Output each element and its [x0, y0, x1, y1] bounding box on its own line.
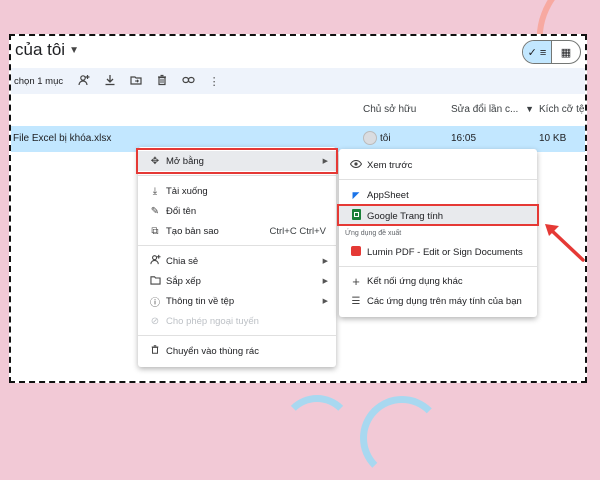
file-modified: 16:05: [451, 133, 477, 144]
submenu-item-connect-more-apps[interactable]: + Kết nối ứng dụng khác: [339, 271, 537, 291]
selection-count: chọn 1 mục: [14, 75, 64, 87]
menu-item-label: Chia sẻ: [166, 255, 199, 267]
column-owner[interactable]: Chủ sở hữu: [363, 104, 416, 115]
suggested-apps-label: Ứng dụng đề xuất: [345, 230, 402, 237]
menu-item-label: Thông tin về tệp: [166, 295, 235, 307]
move-to-folder-icon[interactable]: [123, 74, 149, 89]
chevron-down-icon: ▼: [69, 44, 79, 56]
menu-item-move-to-trash[interactable]: Chuyển vào thùng rác: [138, 341, 336, 361]
view-toggle: ✓ ≡ ▦: [522, 40, 581, 64]
folder-icon: [144, 275, 166, 288]
submenu-item-label: Lumin PDF - Edit or Sign Documents: [367, 246, 523, 258]
link-icon[interactable]: [175, 74, 201, 89]
chevron-right-icon: ▶: [322, 278, 328, 285]
list-view-button[interactable]: ✓ ≡: [523, 41, 551, 63]
menu-item-label: Chuyển vào thùng rác: [166, 345, 259, 357]
more-vert-icon[interactable]: ⋮: [201, 75, 227, 88]
menu-item-label: Cho phép ngoại tuyến: [166, 315, 259, 327]
drive-window: của tôi ▼ ✓ ≡ ▦ chọn 1 mục ⋮ Chủ sở hữu …: [9, 34, 587, 383]
menu-item-make-copy[interactable]: ⧉ Tạo bản sao Ctrl+C Ctrl+V: [138, 221, 336, 241]
menu-item-available-offline: ⊘ Cho phép ngoại tuyến: [138, 311, 336, 331]
file-size: 10 KB: [539, 133, 567, 144]
submenu-item-lumin-pdf[interactable]: Lumin PDF - Edit or Sign Documents: [339, 242, 537, 262]
menu-divider: [339, 266, 537, 267]
menu-divider: [138, 175, 336, 176]
menu-item-download[interactable]: ⤓ Tải xuống: [138, 181, 336, 201]
trash-icon: [144, 344, 166, 358]
menu-item-file-info[interactable]: ⓘ Thông tin về tệp ▶: [138, 291, 336, 311]
open-with-submenu: Xem trước ◤ AppSheet Google Trang tính Ứ…: [339, 149, 537, 317]
submenu-item-appsheet[interactable]: ◤ AppSheet: [339, 185, 537, 205]
download-icon[interactable]: [97, 74, 123, 89]
menu-item-label: Đổi tên: [166, 205, 197, 217]
share-person-icon[interactable]: [71, 74, 97, 89]
context-menu: ✥ Mở bằng ▶ ⤓ Tải xuống ✎ Đổi tên ⧉ Tạo …: [138, 147, 336, 367]
page-title-text: của tôi: [15, 40, 66, 59]
submenu-item-label: Các ứng dụng trên máy tính của bạn: [367, 295, 522, 307]
trash-icon[interactable]: [149, 74, 175, 89]
highlight-box-google-sheets: [337, 204, 539, 226]
menu-item-organize[interactable]: Sắp xếp ▶: [138, 271, 336, 291]
submenu-item-computer-apps[interactable]: ☰ Các ứng dụng trên máy tính của bạn: [339, 291, 537, 311]
eye-icon: [345, 159, 367, 171]
column-headers: Chủ sở hữu Sửa đổi lần c... ▼ Kích cỡ tệ…: [11, 104, 585, 122]
column-modified-label: Sửa đổi lần c...: [451, 104, 519, 115]
selection-toolbar: chọn 1 mục ⋮: [11, 68, 585, 94]
computer-apps-icon: ☰: [351, 295, 361, 307]
file-owner: tôi: [380, 133, 391, 144]
share-person-icon: [144, 254, 166, 268]
grid-view-button[interactable]: ▦: [551, 41, 580, 63]
column-size[interactable]: Kích cỡ tệp: [539, 104, 585, 115]
menu-item-rename[interactable]: ✎ Đổi tên: [138, 201, 336, 221]
menu-item-label: Sắp xếp: [166, 275, 201, 287]
offline-icon: ⊘: [150, 315, 160, 327]
sort-arrow-icon: ▼: [525, 104, 534, 114]
plus-icon: +: [352, 273, 360, 289]
submenu-item-label: AppSheet: [367, 189, 409, 201]
menu-item-shortcut: Ctrl+C Ctrl+V: [269, 225, 326, 237]
menu-divider: [339, 179, 537, 180]
menu-item-label: Tải xuống: [166, 185, 208, 197]
highlight-box-open-with: [136, 148, 338, 174]
info-icon: ⓘ: [150, 297, 160, 309]
column-modified[interactable]: Sửa đổi lần c... ▼: [451, 104, 534, 115]
file-name: File Excel bị khóa.xlsx: [13, 133, 112, 144]
page-title[interactable]: của tôi ▼: [15, 40, 79, 60]
decorative-arc-bottom-left: [280, 395, 354, 469]
chevron-right-icon: ▶: [322, 258, 328, 265]
pencil-icon: ✎: [150, 205, 160, 217]
decorative-arc-bottom-center: [360, 396, 444, 480]
annotation-arrow-icon: [545, 224, 585, 262]
menu-item-share[interactable]: Chia sẻ ▶: [138, 251, 336, 271]
avatar: [363, 131, 377, 145]
lumin-pdf-icon: [345, 245, 367, 259]
menu-divider: [138, 335, 336, 336]
submenu-item-label: Xem trước: [367, 159, 413, 171]
chevron-right-icon: ▶: [322, 298, 328, 305]
copy-icon: ⧉: [151, 225, 159, 237]
menu-divider: [138, 245, 336, 246]
appsheet-icon: ◤: [352, 189, 360, 200]
submenu-item-preview[interactable]: Xem trước: [339, 155, 537, 175]
menu-item-label: Tạo bản sao: [166, 225, 219, 237]
submenu-item-label: Kết nối ứng dụng khác: [367, 275, 463, 287]
download-icon: ⤓: [152, 185, 158, 197]
